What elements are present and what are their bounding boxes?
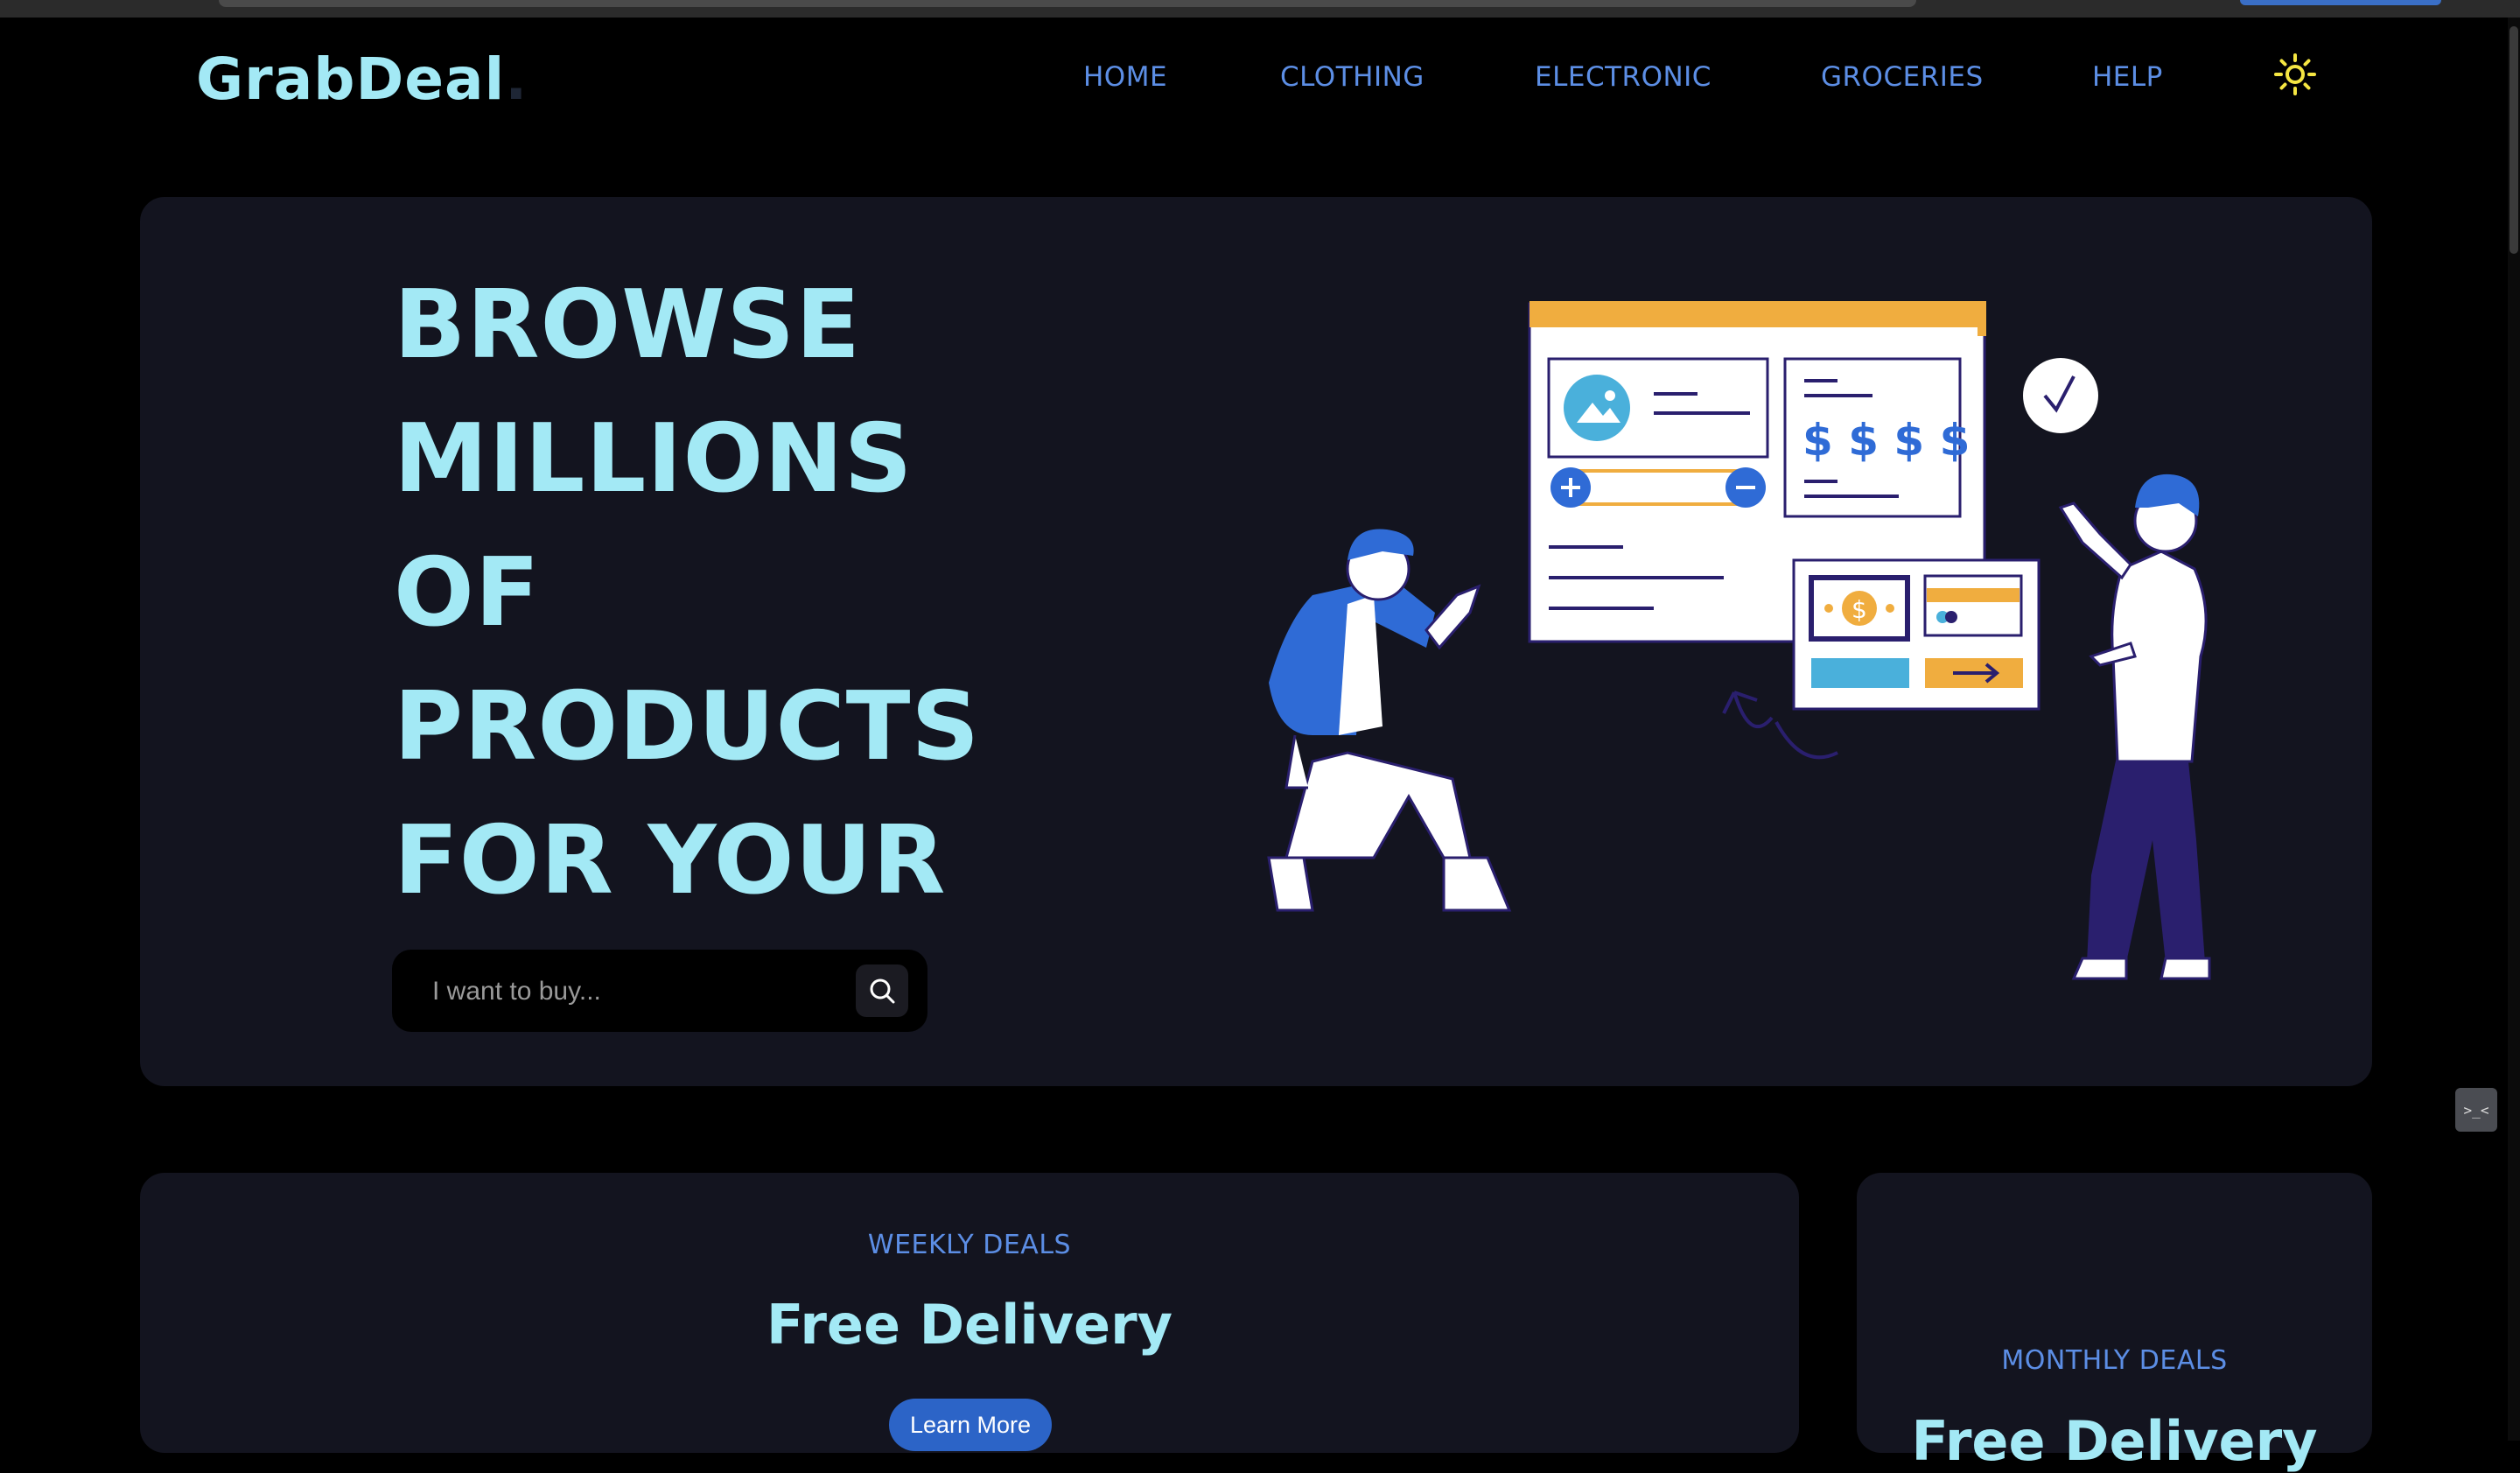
- brand-name: GrabDeal: [196, 46, 506, 113]
- nav-electronic[interactable]: ELECTRONIC: [1535, 61, 1712, 93]
- browser-tab-accent: [2240, 0, 2441, 5]
- nav-help[interactable]: HELP: [2092, 61, 2163, 93]
- search-icon: [870, 978, 895, 1004]
- brand-logo[interactable]: GrabDeal.: [196, 46, 528, 113]
- hero-section: BROWSE MILLIONS OF PRODUCTS FOR YOUR NEE…: [140, 197, 2372, 1086]
- hero-title-line: BROWSE: [394, 270, 861, 380]
- monthly-deals-eyebrow: MONTHLY DEALS: [2001, 1345, 2228, 1376]
- search-button[interactable]: [856, 964, 908, 1017]
- learn-more-button[interactable]: Learn More: [889, 1399, 1052, 1451]
- hero-title-line: PRODUCTS: [394, 672, 981, 782]
- nav-clothing[interactable]: CLOTHING: [1280, 61, 1424, 93]
- person-right: [2058, 473, 2211, 980]
- nav-home[interactable]: HOME: [1083, 61, 1167, 93]
- scrollbar-thumb[interactable]: [2510, 26, 2518, 254]
- hero-title-line: MILLIONS OF: [394, 404, 914, 648]
- browser-address-strip: [219, 0, 1916, 7]
- sun-icon[interactable]: [2273, 53, 2317, 96]
- browser-top-bar: [0, 0, 2520, 18]
- hero-title: BROWSE MILLIONS OF PRODUCTS FOR YOUR NEE…: [394, 258, 1059, 1062]
- nav-groceries[interactable]: GROCERIES: [1821, 61, 1984, 93]
- payment-card: $: [1792, 558, 2040, 711]
- weekly-deals-eyebrow: WEEKLY DEALS: [867, 1230, 1072, 1260]
- hero-title-line: FOR YOUR: [394, 806, 947, 915]
- search-bar: [392, 950, 928, 1032]
- search-input[interactable]: [430, 967, 828, 1016]
- page-scrollbar[interactable]: [2508, 18, 2520, 1441]
- price-symbols: $ $ $ $: [1802, 415, 1970, 466]
- brand-dot: .: [505, 46, 528, 113]
- person-left: [1267, 529, 1512, 912]
- check-icon: [2023, 358, 2098, 433]
- curved-arrow-icon: [1722, 691, 1774, 728]
- side-widget-button[interactable]: >_<: [2455, 1088, 2497, 1132]
- weekly-deals-title: Free Delivery: [766, 1293, 1173, 1357]
- monthly-deals-title: Free Delivery: [1911, 1409, 2318, 1473]
- monthly-deals-card: MONTHLY DEALS Free Delivery: [1857, 1173, 2372, 1473]
- coin-symbol: $: [1852, 595, 1867, 624]
- weekly-deals-card: WEEKLY DEALS Free Delivery Learn More: [140, 1173, 1799, 1453]
- shopping-illustration: $ $ $ $ $: [1267, 301, 2211, 980]
